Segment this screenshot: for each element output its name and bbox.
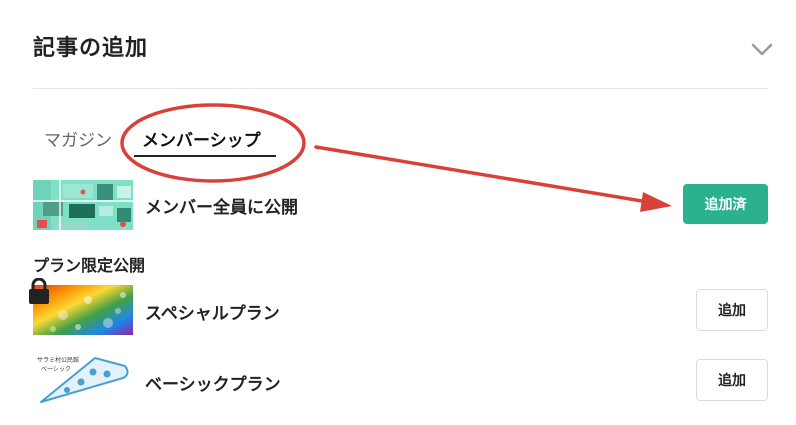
annotation-arrow-head: [640, 192, 672, 212]
lock-icon: [29, 278, 49, 304]
annotation-arrow-line: [314, 145, 650, 204]
added-button[interactable]: 追加済: [683, 184, 768, 224]
chevron-down-icon: [751, 43, 773, 56]
tab-membership[interactable]: メンバーシップ: [142, 126, 261, 151]
collapse-button[interactable]: [750, 38, 774, 62]
panel-title: 記事の追加: [33, 36, 149, 61]
tab-active-underline: [134, 155, 276, 157]
special-plan-label: スペシャルプラン: [145, 304, 280, 324]
basic-plan-thumb-caption-1: サラミ村公民館: [37, 356, 79, 364]
add-basic-plan-button[interactable]: 追加: [696, 359, 768, 401]
divider: [33, 88, 768, 89]
all-members-thumbnail: [33, 180, 133, 230]
basic-plan-thumb-caption-2: ベーシック: [41, 366, 71, 373]
plan-section-heading: プラン限定公開: [33, 256, 146, 275]
add-special-plan-button[interactable]: 追加: [696, 289, 768, 331]
basic-plan-label: ベーシックプラン: [145, 375, 281, 395]
all-members-label: メンバー全員に公開: [145, 198, 298, 218]
tab-magazine[interactable]: マガジン: [44, 126, 112, 151]
basic-plan-thumbnail: サラミ村公民館 ベーシック: [33, 354, 133, 404]
